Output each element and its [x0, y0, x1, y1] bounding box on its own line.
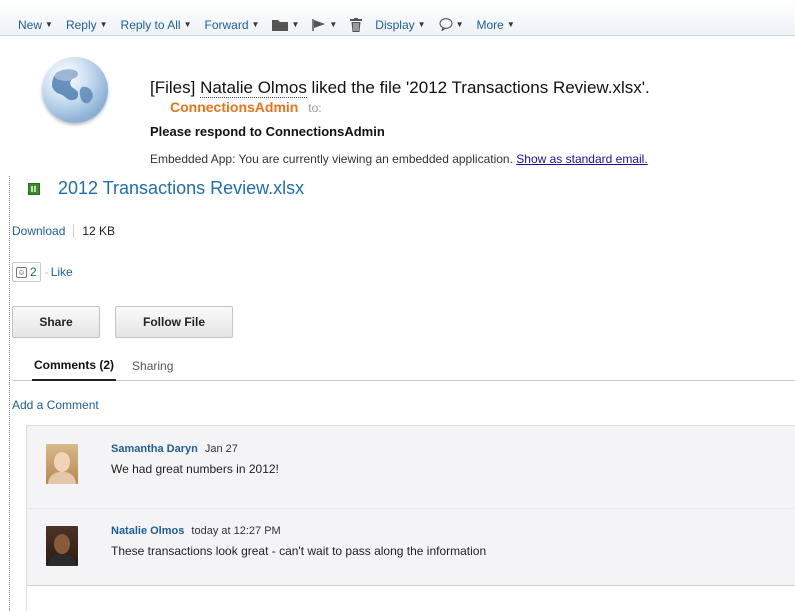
chat-bubble-icon — [439, 18, 453, 31]
chat-menu[interactable]: ▼ — [439, 18, 464, 31]
like-link[interactable]: Like — [51, 265, 73, 279]
email-toolbar: New ▼ Reply ▼ Reply to All ▼ Forward ▼ ▼ ▼ D… — [0, 0, 795, 36]
forward-label: Forward — [204, 17, 249, 32]
caret-down-icon: ▼ — [455, 20, 464, 29]
tab-bar: Comments (2) Sharing — [12, 351, 795, 381]
comment-date: today at 12:27 PM — [191, 525, 281, 537]
more-label: More — [476, 17, 504, 32]
avatar-shoulders — [48, 554, 76, 566]
follow-file-button[interactable]: Follow File — [115, 306, 233, 338]
comments-panel: Samantha Daryn Jan 27 We had great numbe… — [26, 425, 795, 611]
file-size: 12 KB — [82, 224, 116, 238]
like-row: ☺ 2 - Like — [12, 262, 73, 282]
spreadsheet-icon — [28, 182, 40, 195]
globe-icon — [42, 57, 108, 123]
reply-label: Reply — [65, 17, 97, 32]
caret-down-icon: ▼ — [329, 20, 338, 29]
subject-rest: liked the file '2012 Transactions Review… — [306, 78, 650, 97]
comment-item: Samantha Daryn Jan 27 We had great numbe… — [27, 440, 795, 504]
avatar-shoulders — [48, 472, 76, 484]
trash-icon — [350, 17, 363, 32]
comment-author-link[interactable]: Samantha Daryn — [111, 443, 198, 455]
folder-icon — [272, 19, 289, 31]
forward-menu[interactable]: Forward ▼ — [205, 18, 260, 32]
sender-name[interactable]: ConnectionsAdmin — [170, 99, 298, 115]
caret-down-icon: ▼ — [506, 20, 515, 29]
from-line: ConnectionsAdmin to: — [170, 99, 322, 115]
divider — [73, 224, 75, 238]
file-title: 2012 Transactions Review.xlsx — [28, 178, 304, 199]
avatar[interactable] — [46, 444, 78, 484]
reply-all-menu[interactable]: Reply to All ▼ — [121, 18, 192, 32]
reply-all-label: Reply to All — [120, 17, 181, 32]
share-button[interactable]: Share — [12, 306, 100, 338]
left-dotted-rule — [9, 176, 10, 611]
comment-text: These transactions look great - can't wa… — [111, 544, 487, 558]
tab-sharing[interactable]: Sharing — [132, 351, 173, 381]
flag-icon — [312, 18, 326, 31]
like-separator: - — [44, 265, 49, 279]
comment-date: Jan 27 — [204, 443, 238, 455]
more-menu[interactable]: More ▼ — [476, 18, 514, 32]
comments-footer-area — [27, 586, 795, 611]
caret-down-icon: ▼ — [291, 20, 300, 29]
delete-button[interactable] — [350, 17, 363, 32]
like-count: 2 — [30, 265, 37, 279]
flag-menu[interactable]: ▼ — [312, 18, 338, 31]
comment-author-link[interactable]: Natalie Olmos — [111, 525, 184, 537]
avatar-face — [54, 534, 70, 554]
caret-down-icon: ▼ — [45, 20, 53, 29]
email-subject: [Files] Natalie Olmos liked the file '20… — [150, 78, 650, 98]
subject-prefix: [Files] — [150, 78, 201, 97]
embedded-app-notice: Embedded App: You are currently viewing … — [150, 152, 648, 166]
comment-item: Natalie Olmos today at 12:27 PM These tr… — [27, 522, 795, 584]
show-as-standard-email-link[interactable]: Show as standard email. — [516, 152, 647, 166]
avatar-face — [54, 452, 70, 472]
like-count-badge[interactable]: ☺ 2 — [12, 262, 41, 282]
comment-meta: Natalie Olmos today at 12:27 PM — [111, 525, 281, 537]
file-name-link[interactable]: 2012 Transactions Review.xlsx — [58, 178, 304, 199]
caret-down-icon: ▼ — [183, 20, 192, 29]
caret-down-icon: ▼ — [99, 20, 108, 29]
caret-down-icon: ▼ — [417, 20, 426, 29]
comment-text: We had great numbers in 2012! — [111, 462, 279, 476]
download-link[interactable]: Download — [12, 224, 65, 238]
display-menu[interactable]: Display ▼ — [375, 18, 425, 32]
caret-down-icon: ▼ — [251, 20, 260, 29]
comment-divider — [27, 508, 795, 509]
tab-comments[interactable]: Comments (2) — [32, 351, 117, 381]
download-line: Download 12 KB — [12, 224, 115, 238]
respond-to-line: Please respond to ConnectionsAdmin — [150, 124, 385, 139]
new-menu[interactable]: New ▼ — [18, 18, 53, 32]
avatar[interactable] — [46, 526, 78, 566]
to-label: to: — [308, 101, 322, 115]
comment-meta: Samantha Daryn Jan 27 — [111, 443, 238, 455]
subject-person-link[interactable]: Natalie Olmos — [200, 78, 307, 98]
new-label: New — [18, 17, 43, 32]
smiley-icon: ☺ — [16, 266, 27, 278]
add-comment-link[interactable]: Add a Comment — [12, 398, 99, 412]
reply-menu[interactable]: Reply ▼ — [66, 18, 108, 32]
embedded-notice-text: Embedded App: You are currently viewing … — [150, 152, 517, 166]
folder-menu[interactable]: ▼ — [272, 19, 299, 31]
display-label: Display — [375, 17, 415, 32]
